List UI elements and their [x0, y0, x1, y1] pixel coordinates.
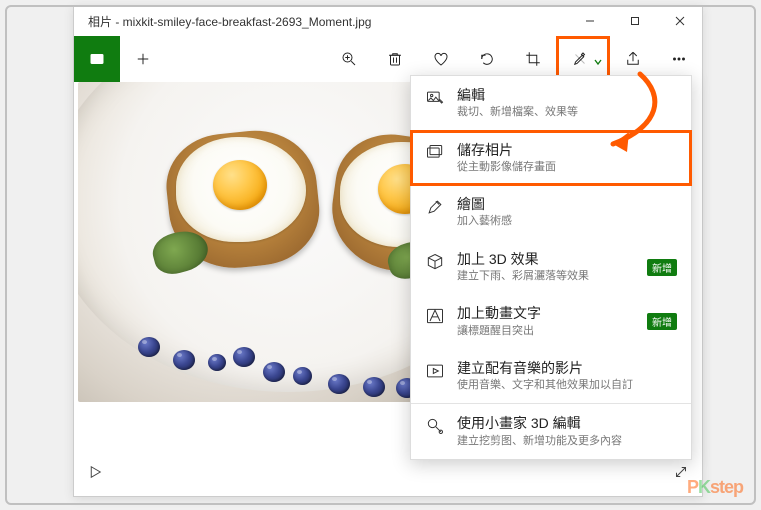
- new-badge: 新增: [647, 313, 677, 330]
- menu-item-subtitle: 從主動影像儲存畫面: [457, 160, 677, 175]
- video-music-icon: [425, 361, 445, 381]
- save-photo-icon: [425, 143, 445, 163]
- menu-item-paint3d[interactable]: 使用小畫家 3D 編輯 建立挖剪图、新增功能及更多內容: [411, 404, 691, 459]
- maximize-button[interactable]: [612, 6, 657, 36]
- close-button[interactable]: [657, 6, 702, 36]
- menu-item-edit[interactable]: 編輯 裁切、新增檔案、效果等: [411, 76, 691, 131]
- menu-item-subtitle: 加入藝術感: [457, 214, 677, 229]
- photo-edit-icon: [425, 88, 445, 108]
- pen-icon: [425, 197, 445, 217]
- menu-item-animated-text[interactable]: 加上動畫文字 讓標題醒目突出 新增: [411, 294, 691, 349]
- titlebar: 相片 - mixkit-smiley-face-breakfast-2693_M…: [74, 6, 702, 36]
- edit-create-menu: 編輯 裁切、新增檔案、效果等 儲存相片 從主動影像儲存畫面 繪圖 加入藝術感 加…: [410, 75, 692, 460]
- cube-3d-icon: [425, 252, 445, 272]
- menu-item-title: 繪圖: [457, 195, 677, 213]
- play-button[interactable]: [86, 463, 104, 486]
- menu-item-title: 編輯: [457, 86, 677, 104]
- text-icon: [425, 306, 445, 326]
- menu-item-video-music[interactable]: 建立配有音樂的影片 使用音樂、文字和其他效果加以自訂: [411, 349, 691, 404]
- menu-item-subtitle: 建立挖剪图、新增功能及更多內容: [457, 434, 677, 449]
- menu-item-subtitle: 使用音樂、文字和其他效果加以自訂: [457, 378, 677, 393]
- window-controls: [567, 6, 702, 36]
- menu-item-title: 加上動畫文字: [457, 304, 635, 322]
- menu-item-3d-effects[interactable]: 加上 3D 效果 建立下雨、彩屑灑落等效果 新增: [411, 240, 691, 295]
- add-button[interactable]: [120, 36, 166, 82]
- menu-item-title: 加上 3D 效果: [457, 250, 635, 268]
- chevron-down-icon: [593, 54, 603, 64]
- menu-item-save-photo[interactable]: 儲存相片 從主動影像儲存畫面: [411, 131, 691, 186]
- menu-item-subtitle: 建立下雨、彩屑灑落等效果: [457, 269, 635, 284]
- window-title: 相片 - mixkit-smiley-face-breakfast-2693_M…: [74, 13, 567, 30]
- menu-item-draw[interactable]: 繪圖 加入藝術感: [411, 185, 691, 240]
- fullscreen-button[interactable]: [672, 463, 690, 486]
- new-badge: 新增: [647, 259, 677, 276]
- menu-item-subtitle: 裁切、新增檔案、效果等: [457, 105, 677, 120]
- paint3d-icon: [425, 416, 445, 436]
- menu-item-title: 建立配有音樂的影片: [457, 359, 677, 377]
- collection-button[interactable]: [74, 36, 120, 82]
- minimize-button[interactable]: [567, 6, 612, 36]
- menu-item-subtitle: 讓標題醒目突出: [457, 324, 635, 339]
- menu-item-title: 儲存相片: [457, 141, 677, 159]
- zoom-button[interactable]: [326, 36, 372, 82]
- menu-item-title: 使用小畫家 3D 編輯: [457, 414, 677, 432]
